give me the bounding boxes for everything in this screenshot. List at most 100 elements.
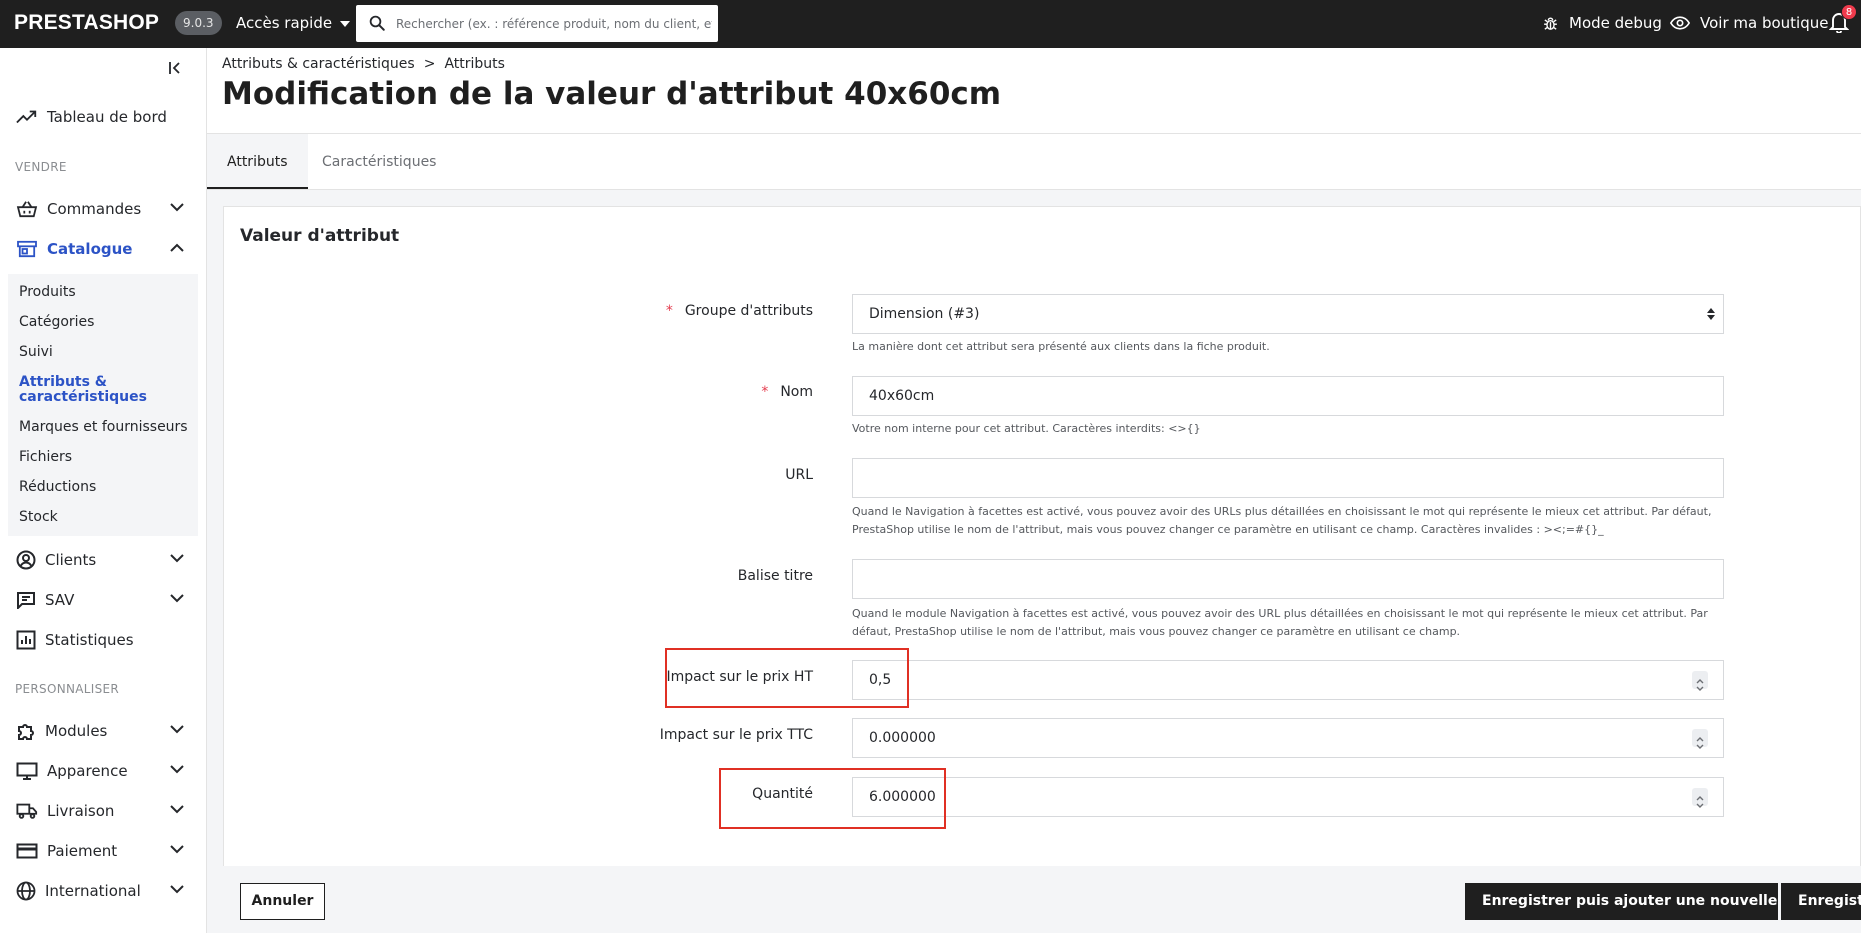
attribute-group-selected: Dimension (#3) [869,306,980,322]
submenu-item-attributes-features[interactable]: Attributs & caractéristiques [19,375,159,405]
search-box[interactable] [356,5,718,42]
submenu-item-files[interactable]: Fichiers [19,449,72,465]
quantity-label: Quantité [752,786,813,802]
tab-attributes[interactable]: Attributs [207,134,308,190]
sidebar-item-appearance[interactable]: Apparence [0,752,206,790]
sidebar-item-modules[interactable]: Modules [0,712,206,750]
cancel-button[interactable]: Annuler [240,883,325,920]
name-input[interactable] [869,378,1669,414]
quick-access-label: Accès rapide [236,14,333,32]
section-title-sell: VENDRE [15,160,67,174]
version-badge: 9.0.3 [175,11,222,35]
quantity-field[interactable] [852,777,1724,817]
submenu-item-discounts[interactable]: Réductions [19,479,96,495]
search-icon [369,15,385,31]
top-header: PRESTASHOP 9.0.3 Accès rapide Mode debug… [0,0,1861,48]
sidebar-item-label: Tableau de bord [47,108,167,126]
price-impact-ttc-input[interactable] [869,720,1669,756]
sidebar-item-label: SAV [45,591,75,609]
price-impact-ht-field[interactable] [852,660,1724,700]
collapse-sidebar-icon[interactable] [168,60,186,76]
meta-title-help: Quand le module Navigation à facettes es… [852,607,1708,638]
bug-icon [1544,17,1557,30]
debug-mode-link[interactable]: Mode debug [1542,12,1662,34]
required-marker: * [665,303,673,319]
sidebar-item-international[interactable]: International [0,872,206,910]
catalog-submenu: Produits Catégories Suivi Attributs & ca… [8,274,198,536]
url-field[interactable] [852,458,1724,498]
storefront-icon [17,240,37,258]
tab-features[interactable]: Caractéristiques [302,134,456,190]
spinner-icon[interactable] [1692,671,1708,691]
spinner-icon[interactable] [1692,788,1708,808]
bar-chart-icon [16,630,36,650]
chevron-down-icon [170,765,184,774]
submenu-item-products[interactable]: Produits [19,284,76,300]
price-impact-ht-label: Impact sur le prix HT [666,669,813,685]
credit-card-icon [16,843,38,859]
sidebar-item-label: Livraison [47,802,115,820]
sidebar-item-orders[interactable]: Commandes [0,190,206,228]
sidebar-item-label: Apparence [47,762,128,780]
view-shop-label: Voir ma boutique [1700,14,1829,32]
chevron-down-icon [170,885,184,894]
account-circle-icon [16,550,36,570]
sidebar-item-label: Modules [45,722,108,740]
sidebar-item-catalog[interactable]: Catalogue [0,230,206,268]
attribute-group-label: * Groupe d'attributs [666,303,813,319]
chevron-down-icon [170,725,184,734]
chevron-down-icon [170,845,184,854]
quick-access-dropdown[interactable]: Accès rapide [236,13,351,33]
price-impact-ttc-label: Impact sur le prix TTC [659,727,813,743]
notifications-button[interactable]: 8 [1828,4,1857,35]
meta-title-label: Balise titre [737,568,813,584]
debug-mode-label: Mode debug [1569,14,1662,32]
search-input[interactable] [396,5,712,42]
sidebar-item-sav[interactable]: SAV [0,581,206,619]
chat-icon [17,592,35,609]
submenu-item-stock[interactable]: Stock [19,509,58,525]
sidebar-item-label: Clients [45,551,97,569]
submenu-item-monitoring[interactable]: Suivi [19,344,53,360]
url-input[interactable] [869,460,1669,496]
submenu-item-categories[interactable]: Catégories [19,314,94,330]
price-impact-ht-input[interactable] [869,662,1669,698]
chevron-down-icon [170,554,184,563]
quantity-input[interactable] [869,779,1669,815]
breadcrumb-separator: > [423,56,436,72]
chevron-down-icon [170,805,184,814]
name-field[interactable] [852,376,1724,416]
save-button[interactable]: Enregistrer [1781,883,1861,920]
sidebar-item-statistics[interactable]: Statistiques [0,621,206,659]
page-title: Modification de la valeur d'attribut 40x… [222,76,1002,112]
sidebar-item-label: Catalogue [47,240,133,258]
submenu-item-brands-suppliers[interactable]: Marques et fournisseurs [19,419,188,435]
sidebar-item-customers[interactable]: Clients [0,541,206,579]
view-shop-link[interactable]: Voir ma boutique [1670,12,1828,34]
eye-icon [1670,16,1690,30]
trending-up-icon [16,110,37,124]
breadcrumb-link-attributes-features[interactable]: Attributs & caractéristiques [222,56,415,72]
attribute-group-help: La manière dont cet attribut sera présen… [852,340,1270,353]
spinner-icon[interactable] [1692,729,1708,749]
truck-icon [16,803,38,819]
sidebar-item-label: Commandes [47,200,142,218]
breadcrumb-link-attributes[interactable]: Attributs [444,56,505,72]
sidebar: Tableau de bord VENDRE Commandes Catalog… [0,48,207,933]
chevron-down-icon [170,203,184,212]
name-help: Votre nom interne pour cet attribut. Car… [852,422,1201,435]
sidebar-item-dashboard[interactable]: Tableau de bord [0,98,206,136]
prestashop-logo[interactable]: PRESTASHOP [14,11,159,35]
meta-title-input[interactable] [869,561,1669,597]
save-and-add-new-button[interactable]: Enregistrer puis ajouter une nouvelle va… [1465,883,1778,920]
price-impact-ttc-field[interactable] [852,718,1724,758]
sidebar-item-label: International [45,882,141,900]
sidebar-item-shipping[interactable]: Livraison [0,792,206,830]
meta-title-field[interactable] [852,559,1724,599]
name-label: * Nom [761,384,813,400]
url-help: Quand le Navigation à facettes est activ… [852,505,1712,536]
sidebar-item-label: Paiement [47,842,118,860]
sidebar-item-payment[interactable]: Paiement [0,832,206,870]
desktop-icon [16,762,38,780]
attribute-group-select[interactable]: Dimension (#3) [852,294,1724,334]
